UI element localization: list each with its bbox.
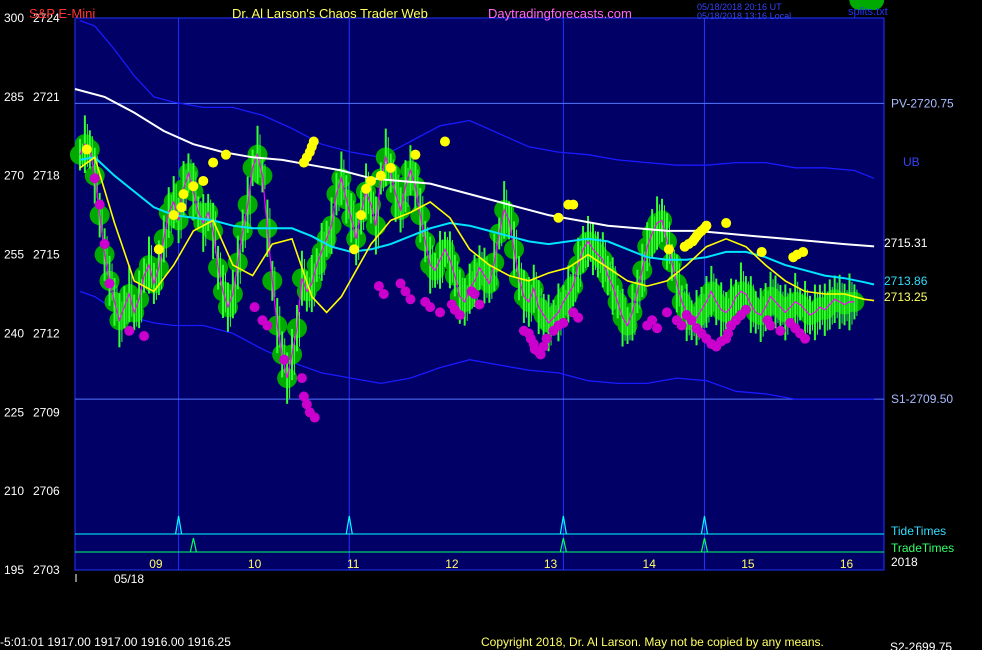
year-label: 2018: [891, 555, 918, 569]
time-tick-label: 14: [643, 557, 657, 571]
price-tick-label: 2718: [33, 169, 60, 183]
low-dot: [469, 289, 480, 299]
high-dot: [439, 136, 450, 147]
high-dot: [568, 199, 579, 210]
low-dot: [661, 307, 672, 318]
high-dot: [208, 157, 219, 168]
last-value-label: 2715.31: [884, 236, 928, 250]
oscillator-tick-label: 270: [4, 169, 24, 183]
low-dot: [124, 325, 135, 336]
low-dot: [558, 317, 569, 328]
low-dot: [139, 331, 150, 342]
low-dot: [405, 294, 416, 305]
high-dot: [349, 244, 360, 255]
low-dot: [104, 278, 115, 289]
low-dot: [309, 412, 320, 423]
low-dot: [99, 239, 110, 250]
oscillator-tick-label: 210: [4, 484, 24, 498]
high-dot: [553, 212, 564, 223]
level-label: PV-2720.75: [891, 96, 954, 110]
low-dot: [474, 299, 485, 310]
time-tick-label: 11: [347, 557, 360, 571]
copyright-notice: Copyright 2018, Dr. Al Larson. May not b…: [481, 635, 824, 649]
low-dot: [94, 199, 105, 210]
last-value-label: 2713.25: [884, 290, 928, 304]
high-dot: [798, 246, 809, 257]
trade-label: TradeTimes: [891, 541, 954, 555]
low-dot: [652, 323, 663, 334]
chart-stage: PV-2720.75 S1-2709.50 UB 2715.31 2713.86 2713…: [0, 0, 982, 650]
price-tick-label: 2715: [33, 248, 60, 262]
high-dot: [365, 175, 376, 186]
price-tick-label: 2721: [33, 90, 60, 104]
high-dot: [168, 210, 179, 221]
code-label: splits.txt: [848, 6, 888, 18]
high-dot: [756, 246, 767, 257]
high-dot: [663, 244, 674, 255]
oscillator-tick-label: 225: [4, 405, 24, 419]
high-dot: [81, 144, 92, 155]
site-title: Dr. Al Larson's Chaos Trader Web: [232, 6, 428, 21]
price-tick-label: 2703: [33, 563, 60, 577]
low-dot: [249, 302, 260, 313]
low-dot: [765, 320, 776, 331]
high-dot: [385, 162, 396, 173]
time-tick-label: 15: [741, 557, 755, 571]
site-url[interactable]: Daytradingforecasts.com: [488, 7, 632, 21]
level-label: S1-2709.50: [891, 392, 953, 406]
time-tick-label: 09: [149, 557, 163, 571]
low-dot: [425, 302, 436, 313]
low-dot: [676, 320, 687, 331]
oscillator-tick-label: 195: [4, 563, 24, 577]
last-value-label: 2713.86: [884, 274, 928, 288]
low-dot: [262, 320, 273, 331]
upper-band-label: UB: [903, 155, 920, 169]
oscillator-tick-label: 255: [4, 248, 24, 262]
low-dot: [279, 354, 290, 365]
low-dot: [800, 333, 811, 344]
low-dot: [435, 307, 446, 318]
high-dot: [178, 189, 189, 200]
high-dot: [176, 202, 187, 213]
price-tick-label: 2709: [33, 405, 60, 419]
high-dot: [153, 244, 164, 255]
high-dot: [356, 210, 367, 221]
low-dot: [541, 333, 552, 344]
low-dot: [775, 325, 786, 336]
time-local: 05/18/2018 13:16 Local: [697, 11, 792, 21]
low-dot: [740, 304, 751, 315]
low-dot: [378, 289, 389, 299]
high-dot: [220, 149, 231, 160]
high-dot: [188, 181, 199, 192]
high-dot: [721, 218, 732, 229]
time-tick-label: 10: [248, 557, 262, 571]
tide-label: TideTimes: [891, 524, 946, 538]
oscillator-tick-label: 240: [4, 326, 24, 340]
time-tick-label: 16: [840, 557, 854, 571]
high-dot: [701, 220, 712, 231]
high-dot: [308, 136, 319, 147]
low-dot: [296, 373, 307, 384]
instrument-title: S&P E-Mini: [29, 6, 96, 21]
oscillator-tick-label: 300: [4, 11, 24, 25]
price-tick-label: 2706: [33, 484, 60, 498]
s2-level-label: S2-2699.75: [890, 640, 953, 650]
low-dot: [454, 310, 465, 321]
price-tick-label: 2712: [33, 326, 60, 340]
high-dot: [410, 149, 421, 160]
status-readout: -5:01:01 1917.00 1917.00 1916.00 1916.25: [0, 635, 231, 649]
chart-canvas: PV-2720.75 S1-2709.50 UB 2715.31 2713.86 2713…: [4, 0, 954, 586]
high-dot: [375, 170, 386, 181]
time-tick-label: 13: [544, 557, 558, 571]
time-tick-label: 12: [445, 557, 459, 571]
low-dot: [573, 312, 584, 323]
low-dot: [89, 173, 100, 184]
high-dot: [198, 175, 209, 186]
oscillator-tick-label: 285: [4, 90, 24, 104]
date-label: 05/18: [114, 572, 144, 586]
